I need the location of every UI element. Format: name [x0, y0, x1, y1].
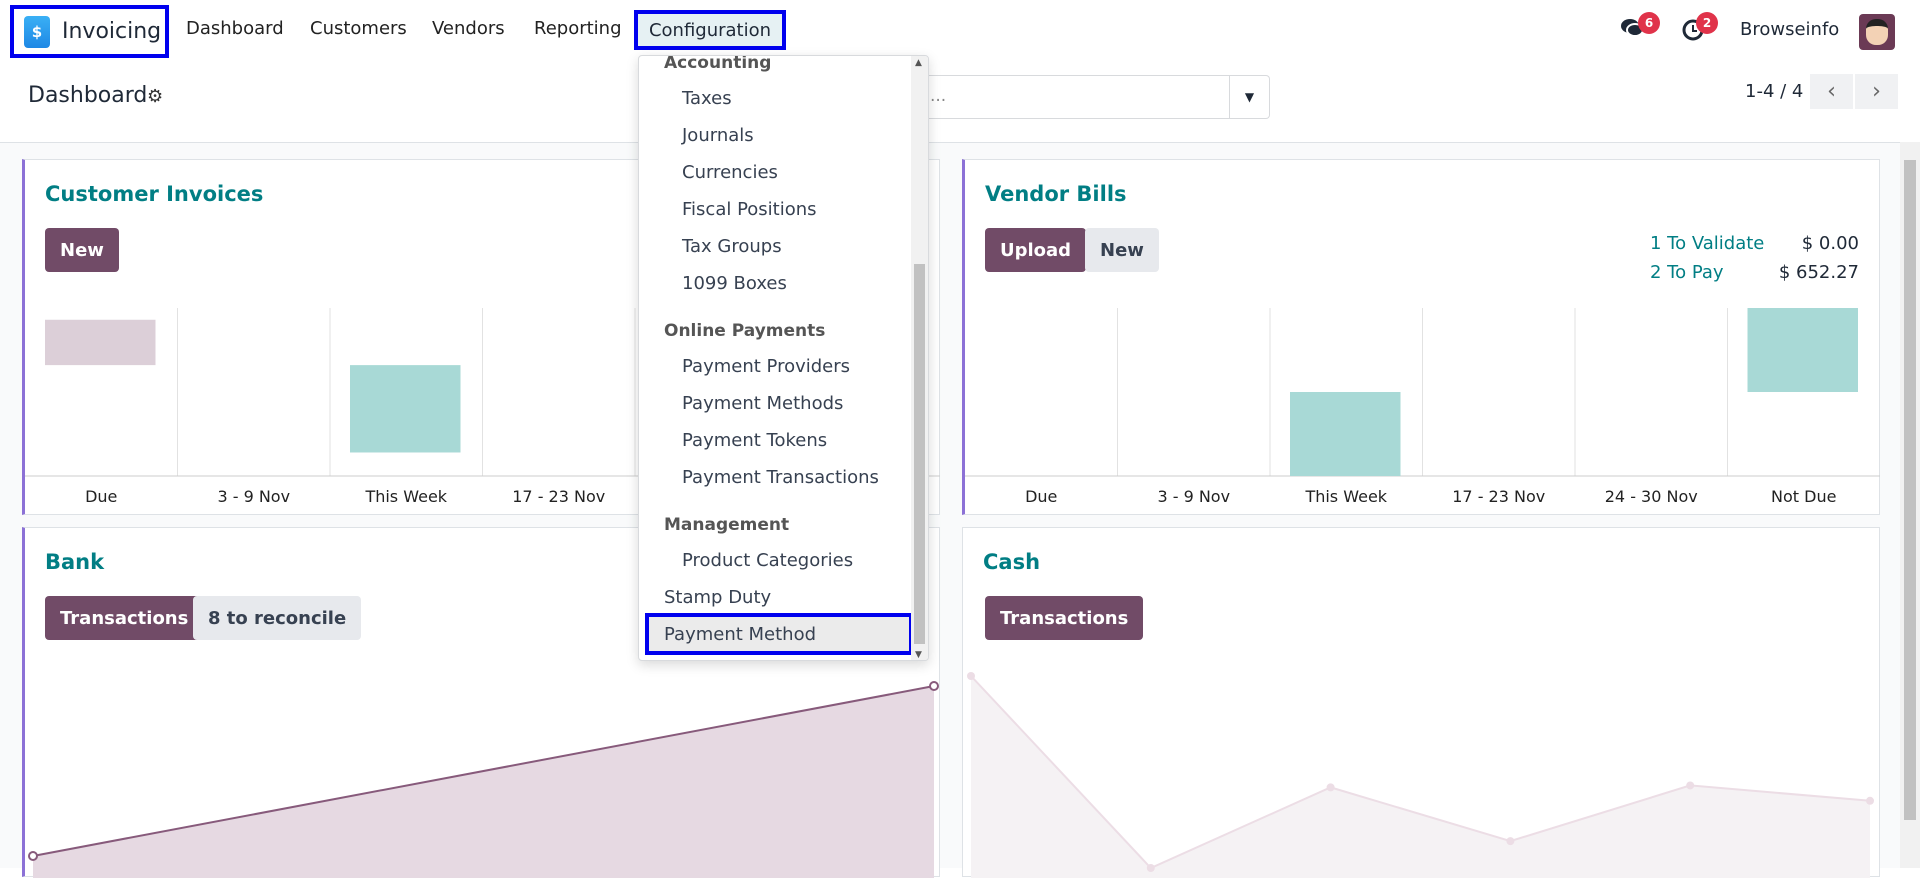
scroll-up-icon[interactable]: ▲ — [915, 58, 922, 68]
dropdown-scrollbar[interactable]: ▲ ▼ — [911, 56, 928, 660]
bar-2 — [350, 365, 461, 453]
data-point — [1146, 864, 1155, 872]
menu-item-product-categories[interactable]: Product Categories — [682, 542, 853, 579]
page-scrollbar[interactable] — [1900, 142, 1920, 868]
activities-badge: 2 — [1696, 12, 1718, 34]
x-tick-label: 24 - 30 Nov — [1605, 487, 1698, 506]
data-point — [967, 672, 975, 680]
x-tick-label: Due — [85, 487, 117, 506]
messages-badge: 6 — [1638, 12, 1660, 34]
gear-icon[interactable]: ⚙ — [147, 86, 163, 107]
search-options-toggle[interactable]: ▼ — [1229, 76, 1269, 118]
app-brand[interactable]: $ Invoicing — [10, 5, 169, 58]
menu-item-currencies[interactable]: Currencies — [682, 154, 778, 191]
section-online-payments: Online Payments — [664, 320, 826, 341]
section-accounting: Accounting — [664, 55, 772, 73]
messages-button[interactable]: 6 — [1620, 12, 1660, 42]
menu-item-payment-method[interactable]: Payment Method — [645, 613, 913, 655]
x-tick-label: 3 - 9 Nov — [217, 487, 290, 506]
menu-reporting[interactable]: Reporting — [534, 18, 622, 39]
bar-5 — [1747, 308, 1858, 392]
x-tick-label: 3 - 9 Nov — [1157, 487, 1230, 506]
activities-button[interactable]: 2 — [1682, 12, 1718, 42]
chevron-left-icon: ‹ — [1827, 79, 1836, 104]
menu-item-stamp-duty[interactable]: Stamp Duty — [664, 579, 771, 616]
app-name: Invoicing — [62, 19, 162, 44]
data-point — [1326, 783, 1335, 792]
menu-item-payment-tokens[interactable]: Payment Tokens — [682, 422, 827, 459]
menu-item-payment-providers[interactable]: Payment Providers — [682, 348, 850, 385]
configuration-dropdown: Accounting Taxes Journals Currencies Fis… — [638, 55, 929, 661]
page-title: Dashboard — [28, 83, 148, 108]
x-tick-label: 17 - 23 Nov — [1452, 487, 1545, 506]
menu-item-payment-transactions[interactable]: Payment Transactions — [682, 459, 879, 496]
bills-bar-chart: Due 3 - 9 Nov This Week 17 - 23 Nov 24 - 30 … — [965, 308, 1880, 506]
pager-previous[interactable]: ‹ — [1810, 74, 1853, 109]
cash-line-chart — [967, 672, 1874, 878]
data-point — [28, 851, 38, 861]
area-fill — [33, 686, 934, 878]
cash-card: Cash Transactions — [962, 527, 1880, 878]
bar-2 — [1290, 392, 1401, 476]
scroll-down-icon[interactable]: ▼ — [915, 650, 922, 660]
pager-value: 1-4 / 4 — [1745, 81, 1804, 102]
user-avatar[interactable] — [1859, 14, 1895, 50]
x-tick-label: This Week — [1304, 487, 1387, 506]
vendor-bills-card: Vendor Bills Upload New 1 To Validate $ … — [962, 159, 1880, 515]
menu-item-1099-boxes[interactable]: 1099 Boxes — [682, 265, 787, 302]
menu-item-tax-groups[interactable]: Tax Groups — [682, 228, 782, 265]
data-point — [1686, 781, 1695, 790]
caret-down-icon: ▼ — [1244, 90, 1255, 104]
menu-configuration[interactable]: Configuration — [634, 10, 786, 50]
x-tick-label: This Week — [364, 487, 447, 506]
menu-vendors[interactable]: Vendors — [432, 18, 505, 39]
menu-item-payment-methods[interactable]: Payment Methods — [682, 385, 843, 422]
avatar-face-icon — [1866, 19, 1888, 45]
dropdown-scrollbar-thumb[interactable] — [914, 264, 925, 644]
menu-dashboard[interactable]: Dashboard — [186, 18, 284, 39]
x-tick-label: Due — [1025, 487, 1057, 506]
invoicing-logo-icon: $ — [24, 15, 50, 48]
scrollbar-thumb[interactable] — [1904, 160, 1916, 820]
x-tick-label: Not Due — [1771, 487, 1836, 506]
chevron-right-icon: › — [1872, 79, 1881, 104]
menu-item-fiscal-positions[interactable]: Fiscal Positions — [682, 191, 817, 228]
user-name[interactable]: Browseinfo — [1740, 19, 1839, 40]
search-bar[interactable]: ... ▼ — [900, 75, 1270, 119]
data-point — [929, 681, 939, 691]
area-fill — [971, 676, 1870, 878]
menu-item-taxes[interactable]: Taxes — [682, 80, 732, 117]
search-input[interactable]: ... — [930, 86, 946, 106]
bar-0 — [45, 319, 156, 366]
navbar: $ Invoicing Dashboard Customers Vendors … — [0, 0, 1920, 58]
menu-customers[interactable]: Customers — [310, 18, 407, 39]
data-point — [1866, 796, 1874, 805]
section-management: Management — [664, 514, 790, 535]
menu-item-journals[interactable]: Journals — [682, 117, 754, 154]
x-tick-label: 17 - 23 Nov — [512, 487, 605, 506]
pager-next[interactable]: › — [1855, 74, 1898, 109]
data-point — [1506, 837, 1515, 846]
